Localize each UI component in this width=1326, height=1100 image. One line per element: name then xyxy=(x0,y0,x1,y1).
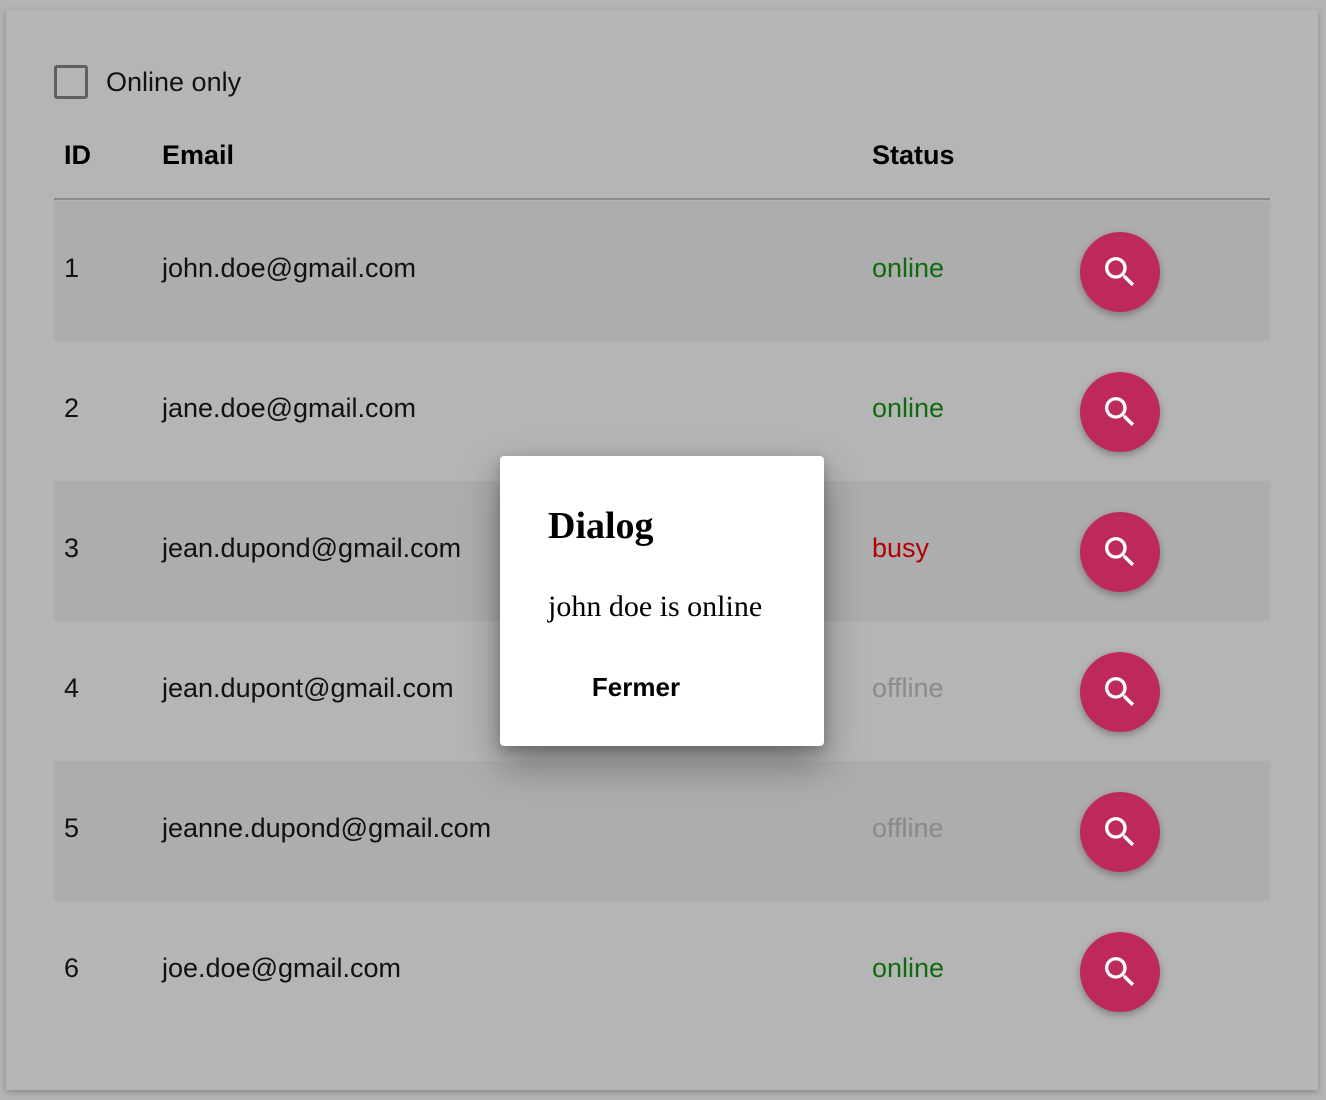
row-status: online xyxy=(872,953,945,983)
table-header: ID Email Status xyxy=(54,120,1270,200)
close-button[interactable]: Fermer xyxy=(572,664,700,710)
view-user-button[interactable] xyxy=(1080,512,1160,592)
search-icon xyxy=(1105,817,1135,847)
header-status: Status xyxy=(872,140,955,170)
row-status: online xyxy=(872,393,945,423)
dialog-title: Dialog xyxy=(548,505,654,547)
table-row: 1 john.doe@gmail.com online xyxy=(54,201,1270,341)
view-user-button[interactable] xyxy=(1080,932,1160,1012)
row-status: busy xyxy=(872,533,930,563)
row-id: 6 xyxy=(64,953,80,983)
table-row: 6 joe.doe@gmail.com online xyxy=(54,901,1270,1041)
row-status: offline xyxy=(872,813,944,843)
search-icon xyxy=(1105,257,1135,287)
status-dialog: Dialog john doe is online Fermer xyxy=(500,456,824,746)
search-icon xyxy=(1105,397,1135,427)
row-status: offline xyxy=(872,673,944,703)
header-email: Email xyxy=(162,140,235,170)
view-user-button[interactable] xyxy=(1080,372,1160,452)
search-icon xyxy=(1105,537,1135,567)
row-id: 2 xyxy=(64,393,80,423)
row-email: jean.dupont@gmail.com xyxy=(162,673,454,703)
online-only-checkbox[interactable] xyxy=(54,65,88,99)
table-row: 5 jeanne.dupond@gmail.com offline xyxy=(54,761,1270,901)
row-status: online xyxy=(872,253,945,283)
row-email: jean.dupond@gmail.com xyxy=(162,533,462,563)
row-id: 3 xyxy=(64,533,80,563)
online-only-filter[interactable]: Online only xyxy=(54,62,241,102)
search-icon xyxy=(1105,957,1135,987)
row-id: 1 xyxy=(64,253,80,283)
view-user-button[interactable] xyxy=(1080,652,1160,732)
view-user-button[interactable] xyxy=(1080,232,1160,312)
row-email: joe.doe@gmail.com xyxy=(162,953,402,983)
row-email: jeanne.dupond@gmail.com xyxy=(162,813,492,843)
row-id: 4 xyxy=(64,673,80,703)
dialog-message: john doe is online xyxy=(548,590,763,623)
header-id: ID xyxy=(64,140,91,170)
view-user-button[interactable] xyxy=(1080,792,1160,872)
search-icon xyxy=(1105,677,1135,707)
row-email: john.doe@gmail.com xyxy=(162,253,417,283)
row-email: jane.doe@gmail.com xyxy=(162,393,417,423)
row-id: 5 xyxy=(64,813,80,843)
online-only-label: Online only xyxy=(106,66,242,97)
